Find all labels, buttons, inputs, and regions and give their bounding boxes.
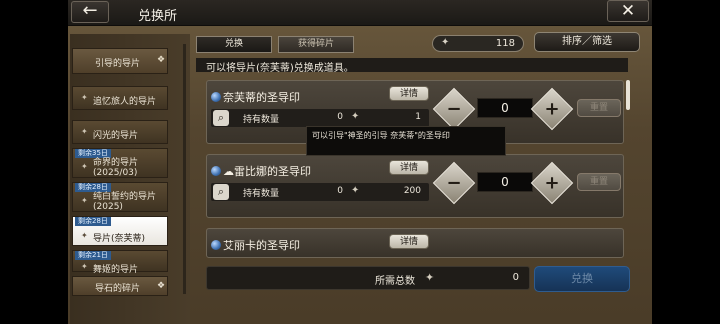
info-bar: 可以将导片(奈芙蒂)兑换成道具。: [196, 58, 628, 74]
chevron-down-icon: ❖: [157, 281, 166, 291]
back-button[interactable]: ←: [71, 1, 109, 23]
crystal-icon: ✦: [441, 37, 450, 48]
decrease-button[interactable]: −: [432, 161, 476, 205]
detail-button[interactable]: 详情: [389, 234, 429, 249]
arrow-left-icon: ←: [82, 0, 98, 21]
magnifier-icon[interactable]: ⌕: [213, 184, 229, 200]
sidebar-scrollbar[interactable]: [183, 44, 186, 294]
item-name: ☁雷比娜的圣导印: [223, 165, 311, 178]
reset-button[interactable]: 重置: [577, 173, 621, 191]
tab-exchange[interactable]: 兑换: [196, 36, 272, 53]
gem-icon: [211, 92, 221, 102]
days-left-badge: 剩余28日: [75, 183, 111, 192]
close-button[interactable]: ✕: [607, 0, 649, 22]
item-name: 艾丽卡的圣导印: [223, 239, 300, 252]
hold-label: 持有数量: [243, 115, 280, 125]
gem-icon: [211, 166, 221, 176]
sidebar-item-white-oath[interactable]: 剩余28日 ✦ 纯白誓约的导片 (2025): [72, 182, 168, 212]
cost-value: 200: [403, 186, 421, 196]
detail-button[interactable]: 详情: [389, 160, 429, 175]
crystal-icon: ✦: [81, 196, 88, 205]
days-left-badge: 剩余28日: [75, 217, 111, 226]
page-title: 兑换所: [138, 9, 178, 24]
currency-value: 118: [495, 38, 515, 49]
plus-icon: +: [544, 172, 560, 194]
total-value: 0: [512, 272, 519, 283]
sidebar-item-label: 闪光的导片: [93, 131, 139, 141]
sidebar-item-guide-shards[interactable]: 引导的导片 ❖: [72, 48, 168, 74]
sidebar-item-label: 追忆旅人的导片: [93, 97, 157, 107]
sidebar-item-label: 引导的导片: [95, 59, 141, 69]
sidebar-item-label: 导石的碎片: [95, 284, 141, 294]
reset-button[interactable]: 重置: [577, 99, 621, 117]
sidebar-item-mingjie[interactable]: 剩余35日 ✦ 命界的导片 (2025/03): [72, 148, 168, 178]
increase-button[interactable]: +: [530, 87, 574, 131]
sidebar-item-label: 命界的导片 (2025/03): [93, 158, 139, 178]
total-bar: 所需总数 ✦ 0: [206, 266, 530, 290]
decrease-button[interactable]: −: [432, 87, 476, 131]
crystal-icon: ✦: [81, 93, 88, 102]
sidebar-item-shining[interactable]: ✦ 闪光的导片: [72, 120, 168, 144]
sidebar-item-label: 纯白誓约的导片 (2025): [93, 192, 157, 212]
hold-row: ⌕ 持有数量 0 ✦ 200: [211, 183, 429, 201]
sidebar-item-label: 导片(奈芙蒂): [93, 234, 146, 244]
hold-label: 持有数量: [243, 189, 280, 199]
hold-value: 0: [337, 186, 343, 196]
sidebar-item-label: 舞姬的导片: [93, 265, 139, 275]
days-left-badge: 剩余21日: [75, 251, 111, 260]
close-icon: ✕: [620, 1, 636, 21]
crystal-icon: ✦: [81, 162, 88, 171]
tooltip-text: 可以引导"神圣的引导 奈芙蒂"的圣导印: [312, 131, 450, 140]
exchange-button[interactable]: 兑换: [534, 266, 630, 292]
quantity-value: 0: [477, 98, 533, 118]
item-tooltip: 可以引导"神圣的引导 奈芙蒂"的圣导印: [306, 126, 506, 156]
minus-icon: −: [446, 98, 462, 120]
hold-row: ⌕ 持有数量 0 ✦ 1: [211, 109, 429, 127]
cost-value: 1: [415, 112, 421, 122]
crystal-icon: ✦: [425, 271, 435, 284]
crystal-icon: ✦: [351, 111, 360, 122]
detail-button[interactable]: 详情: [389, 86, 429, 101]
magnifier-icon[interactable]: ⌕: [213, 110, 229, 126]
total-label: 所需总数: [375, 276, 415, 287]
sidebar-item-dancer[interactable]: 剩余21日 ✦ 舞姬的导片: [72, 250, 168, 275]
crystal-icon: ✦: [81, 231, 88, 240]
gem-icon: [211, 240, 221, 250]
right-letterbox: [652, 0, 720, 324]
plus-icon: +: [544, 98, 560, 120]
sidebar-item-nephthys[interactable]: 剩余28日 ✦ 导片(奈芙蒂): [72, 216, 168, 246]
days-left-badge: 剩余35日: [75, 149, 111, 158]
crystal-icon: ✦: [81, 262, 88, 271]
sort-filter-button[interactable]: 排序／筛选: [534, 32, 640, 52]
sidebar-item-memory-traveler[interactable]: ✦ 追忆旅人的导片: [72, 86, 168, 110]
crystal-icon: ✦: [351, 185, 360, 196]
list-scrollbar[interactable]: [626, 80, 630, 110]
item-card: ☁雷比娜的圣导印 详情 ⌕ 持有数量 0 ✦ 200 − 0 + 重置: [206, 154, 624, 218]
info-text: 可以将导片(奈芙蒂)兑换成道具。: [206, 63, 354, 74]
currency-display: ✦ 118: [432, 35, 524, 52]
item-name: 奈芙蒂的圣导印: [223, 91, 300, 104]
minus-icon: −: [446, 172, 462, 194]
left-letterbox: [0, 0, 68, 324]
chevron-down-icon: ❖: [157, 55, 166, 65]
main-content: 兑换 获得碎片 ✦ 118 排序／筛选 可以将导片(奈芙蒂)兑换成道具。 奈芙蒂…: [196, 28, 648, 324]
crystal-icon: ✦: [81, 127, 88, 136]
hold-value: 0: [337, 112, 343, 122]
item-card: 艾丽卡的圣导印 详情: [206, 228, 624, 258]
increase-button[interactable]: +: [530, 161, 574, 205]
tab-get-fragments[interactable]: 获得碎片: [278, 36, 354, 53]
quantity-value: 0: [477, 172, 533, 192]
sidebar-item-guide-stone-shards[interactable]: 导石的碎片 ❖: [72, 276, 168, 296]
